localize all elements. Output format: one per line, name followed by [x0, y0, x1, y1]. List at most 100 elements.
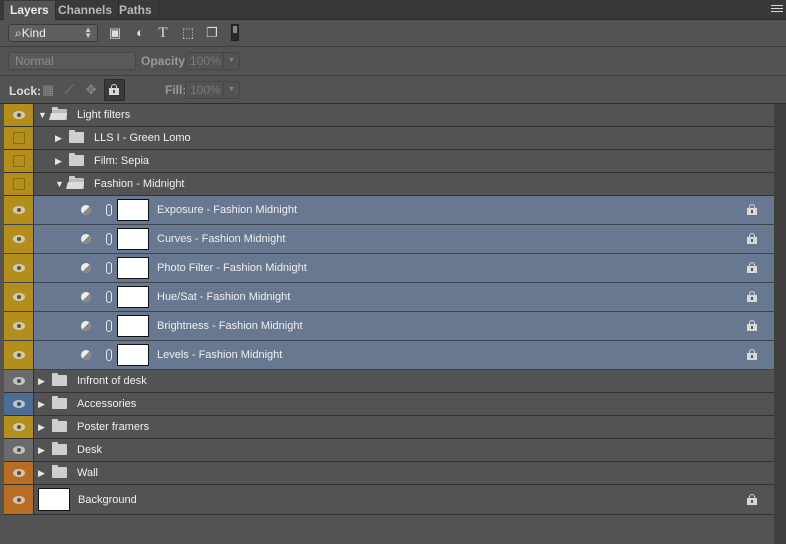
- visibility-toggle[interactable]: [4, 416, 34, 438]
- layer-mask-thumbnail[interactable]: [117, 257, 149, 279]
- layer-row[interactable]: ▶ Accessories: [4, 393, 774, 416]
- expand-right-icon[interactable]: ▶: [38, 399, 45, 409]
- layer-row[interactable]: ▶ LLS I - Green Lomo: [4, 127, 774, 150]
- fill-dropdown-icon[interactable]: ▼: [223, 82, 239, 98]
- mask-link-icon[interactable]: [106, 262, 112, 274]
- folder-icon: [69, 130, 84, 143]
- eye-icon: [13, 235, 25, 243]
- fill-input[interactable]: 100% ▼: [185, 81, 240, 99]
- type-filter-icon[interactable]: T: [156, 26, 170, 41]
- layer-name[interactable]: Infront of desk: [77, 375, 147, 387]
- lock-transparency-icon[interactable]: ▦: [41, 83, 55, 97]
- visibility-toggle[interactable]: [4, 341, 34, 369]
- layer-mask-thumbnail[interactable]: [117, 199, 149, 221]
- adjustment-filter-icon[interactable]: ◐: [133, 26, 147, 40]
- layer-thumbnail[interactable]: [38, 488, 70, 511]
- lock-pixels-brush-icon[interactable]: ⟋: [62, 83, 76, 97]
- mask-link-icon[interactable]: [106, 233, 112, 245]
- layer-row[interactable]: Hue/Sat - Fashion Midnight: [4, 283, 774, 312]
- mask-link-icon[interactable]: [106, 204, 112, 216]
- filter-kind-select[interactable]: ⌕Kind ▲ ▼: [8, 24, 98, 42]
- layer-name[interactable]: Background: [78, 494, 137, 506]
- layer-row[interactable]: ▶ Poster framers: [4, 416, 774, 439]
- layer-list-scrollbar[interactable]: [774, 104, 786, 544]
- layer-name[interactable]: Film: Sepia: [94, 155, 149, 167]
- visibility-toggle[interactable]: [4, 196, 34, 224]
- tab-paths[interactable]: Paths: [113, 1, 159, 20]
- expand-down-icon[interactable]: ▼: [38, 110, 47, 120]
- layer-row[interactable]: ▶ Desk: [4, 439, 774, 462]
- layer-row[interactable]: Background: [4, 485, 774, 515]
- smart-object-filter-icon[interactable]: ❐: [205, 26, 219, 40]
- layer-row[interactable]: ▶ Film: Sepia: [4, 150, 774, 173]
- blend-mode-select[interactable]: Normal: [8, 52, 136, 70]
- panel-menu-icon[interactable]: [771, 5, 783, 14]
- layer-name[interactable]: Desk: [77, 444, 102, 456]
- layer-name[interactable]: Accessories: [77, 398, 136, 410]
- expand-right-icon[interactable]: ▶: [38, 468, 45, 478]
- lock-position-icon[interactable]: ✥: [84, 83, 98, 97]
- expand-right-icon[interactable]: ▶: [55, 133, 62, 143]
- layer-name[interactable]: Photo Filter - Fashion Midnight: [157, 262, 307, 274]
- mask-link-icon[interactable]: [106, 320, 112, 332]
- fill-label: Fill:: [165, 83, 187, 97]
- layer-name[interactable]: Curves - Fashion Midnight: [157, 233, 285, 245]
- layer-row[interactable]: Curves - Fashion Midnight: [4, 225, 774, 254]
- expand-down-icon[interactable]: ▼: [55, 179, 64, 189]
- visibility-toggle[interactable]: [4, 225, 34, 253]
- layer-name[interactable]: LLS I - Green Lomo: [94, 132, 191, 144]
- layer-name[interactable]: Hue/Sat - Fashion Midnight: [157, 291, 290, 303]
- layer-name[interactable]: Fashion - Midnight: [94, 178, 185, 190]
- adjustment-layer-icon: [81, 350, 91, 360]
- layer-row[interactable]: ▼ Fashion - Midnight: [4, 173, 774, 196]
- layer-row[interactable]: ▶ Wall: [4, 462, 774, 485]
- layer-name[interactable]: Light filters: [77, 109, 130, 121]
- opacity-dropdown-icon[interactable]: ▼: [223, 53, 239, 69]
- layer-row[interactable]: ▼ Light filters: [4, 104, 774, 127]
- expand-right-icon[interactable]: ▶: [38, 376, 45, 386]
- filter-toggle[interactable]: [231, 24, 239, 41]
- layer-mask-thumbnail[interactable]: [117, 344, 149, 366]
- layer-name[interactable]: Exposure - Fashion Midnight: [157, 204, 297, 216]
- layer-name[interactable]: Brightness - Fashion Midnight: [157, 320, 303, 332]
- hidden-visibility-box: [13, 155, 25, 167]
- layer-row[interactable]: Exposure - Fashion Midnight: [4, 196, 774, 225]
- visibility-toggle[interactable]: [4, 173, 34, 195]
- visibility-toggle[interactable]: [4, 312, 34, 340]
- layer-mask-thumbnail[interactable]: [117, 315, 149, 337]
- visibility-toggle[interactable]: [4, 462, 34, 484]
- layer-row[interactable]: ▶ Infront of desk: [4, 370, 774, 393]
- tab-channels[interactable]: Channels: [52, 1, 120, 20]
- layer-name[interactable]: Levels - Fashion Midnight: [157, 349, 282, 361]
- visibility-toggle[interactable]: [4, 439, 34, 461]
- layer-mask-thumbnail[interactable]: [117, 228, 149, 250]
- filter-row: ⌕Kind ▲ ▼ ▣ ◐ T ⬚ ❐: [0, 20, 786, 47]
- expand-right-icon[interactable]: ▶: [38, 422, 45, 432]
- expand-right-icon[interactable]: ▶: [55, 156, 62, 166]
- visibility-toggle[interactable]: [4, 104, 34, 126]
- visibility-toggle[interactable]: [4, 127, 34, 149]
- visibility-toggle[interactable]: [4, 393, 34, 415]
- layer-name[interactable]: Wall: [77, 467, 98, 479]
- mask-link-icon[interactable]: [106, 349, 112, 361]
- lock-icon: [747, 291, 757, 302]
- adjustment-layer-icon: [81, 321, 91, 331]
- shape-filter-icon[interactable]: ⬚: [181, 26, 195, 40]
- visibility-toggle[interactable]: [4, 485, 34, 514]
- lock-all-button[interactable]: [104, 79, 125, 101]
- tab-layers[interactable]: Layers: [4, 1, 56, 20]
- layer-name[interactable]: Poster framers: [77, 421, 149, 433]
- mask-link-icon[interactable]: [106, 291, 112, 303]
- layer-row[interactable]: Brightness - Fashion Midnight: [4, 312, 774, 341]
- visibility-toggle[interactable]: [4, 283, 34, 311]
- layer-row[interactable]: Levels - Fashion Midnight: [4, 341, 774, 370]
- expand-right-icon[interactable]: ▶: [38, 445, 45, 455]
- eye-icon: [13, 293, 25, 301]
- opacity-input[interactable]: 100% ▼: [185, 52, 240, 70]
- layer-mask-thumbnail[interactable]: [117, 286, 149, 308]
- visibility-toggle[interactable]: [4, 370, 34, 392]
- layer-row[interactable]: Photo Filter - Fashion Midnight: [4, 254, 774, 283]
- image-filter-icon[interactable]: ▣: [108, 26, 122, 40]
- visibility-toggle[interactable]: [4, 254, 34, 282]
- visibility-toggle[interactable]: [4, 150, 34, 172]
